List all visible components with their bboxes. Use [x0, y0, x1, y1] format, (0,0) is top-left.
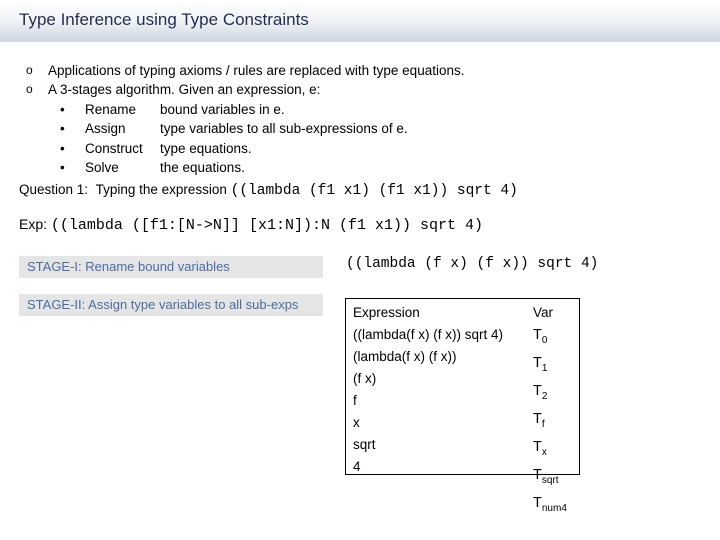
table-row-expression: (lambda(f x) (f x)): [353, 349, 457, 364]
step-desc: the equations.: [160, 160, 245, 176]
var-subscript: num4: [541, 503, 567, 514]
step-item: • Assign type variables to all sub-expre…: [26, 119, 464, 138]
var-base: T: [533, 383, 542, 399]
expression-header: Expression: [353, 305, 420, 320]
step-desc: bound variables in e.: [160, 101, 285, 117]
table-row-var: T0: [533, 324, 567, 352]
var-base: T: [533, 411, 542, 427]
var-subscript: x: [541, 447, 547, 458]
exp-code: ((lambda ([f1:[N->N]] [x1:N]):N (f1 x1))…: [50, 217, 483, 234]
var-subscript: 2: [541, 391, 548, 402]
renamed-expression: ((lambda (f x) (f x)) sqrt 4): [346, 256, 599, 272]
step-term: Solve: [85, 160, 119, 176]
table-row-expression: ((lambda(f x) (f x)) sqrt 4): [353, 327, 504, 342]
expanded-expression: Exp: ((lambda ([f1:[N->N]] [x1:N]):N (f1…: [19, 216, 483, 234]
table-row-expression: (f x): [353, 371, 377, 386]
bullet-dot-icon: •: [60, 160, 65, 176]
stage-2-box: STAGE-II: Assign type variables to all s…: [19, 294, 323, 316]
bullet-marker-icon: o: [26, 82, 33, 97]
step-desc: type equations.: [160, 140, 252, 156]
step-item: • Rename bound variables in e.: [26, 100, 464, 119]
question-text: Typing the expression: [95, 182, 227, 197]
table-row-var: Tnum4: [533, 492, 567, 520]
slide-title: Type Inference using Type Constraints: [19, 10, 309, 29]
bullet-text: Applications of typing axioms / rules ar…: [48, 63, 465, 78]
var-subscript: 1: [541, 363, 548, 374]
stage-1-label: STAGE-I: Rename bound variables: [27, 259, 230, 274]
table-row-var: T1: [533, 352, 567, 380]
var-header: Var: [533, 305, 554, 320]
table-row-var: T2: [533, 380, 567, 408]
bullet-dot-icon: •: [60, 121, 65, 137]
step-term: Construct: [85, 140, 143, 156]
table-row-expression: sqrt: [353, 437, 376, 452]
expression-column: Expression ((lambda(f x) (f x)) sqrt 4) …: [353, 302, 503, 478]
step-desc: type variables to all sub-expressions of…: [160, 121, 408, 137]
question-code: ((lambda (f1 x1) (f1 x1)) sqrt 4): [230, 183, 518, 199]
table-row-expression: x: [353, 415, 360, 430]
table-row-var: Tf: [533, 408, 567, 436]
question: Question 1: Typing the expression ((lamb…: [19, 182, 518, 199]
table-row-var: Tx: [533, 436, 567, 464]
var-subscript: 0: [541, 335, 548, 346]
type-variable-table: Expression ((lambda(f x) (f x)) sqrt 4) …: [345, 298, 580, 514]
title-bar: Type Inference using Type Constraints: [0, 0, 720, 42]
stage-1-box: STAGE-I: Rename bound variables: [19, 256, 323, 278]
bullet-marker-icon: o: [26, 63, 33, 77]
table-row-expression: 4: [353, 459, 361, 474]
bullet-item: o A 3-stages algorithm. Given an express…: [26, 80, 464, 99]
var-subscript: sqrt: [541, 475, 559, 486]
bullet-list: o Applications of typing axioms / rules …: [26, 61, 464, 177]
table-row-var: Tsqrt: [533, 464, 567, 492]
stage-2-label: STAGE-II: Assign type variables to all s…: [27, 297, 299, 312]
step-term: Rename: [85, 101, 137, 117]
var-base: T: [533, 495, 542, 511]
step-term: Assign: [85, 121, 126, 137]
var-column: Var T0 T1 T2 Tf Tx Tsqrt Tnum4: [533, 302, 567, 520]
bullet-dot-icon: •: [60, 101, 65, 117]
question-label: Question 1:: [19, 182, 89, 197]
bullet-dot-icon: •: [60, 140, 65, 156]
var-base: T: [533, 439, 542, 455]
bullet-text: A 3-stages algorithm. Given an expressio…: [48, 82, 321, 98]
exp-label: Exp:: [19, 216, 48, 232]
step-item: • Construct type equations.: [26, 139, 464, 158]
bullet-item: o Applications of typing axioms / rules …: [26, 61, 464, 80]
var-base: T: [533, 467, 542, 483]
table-row-expression: f: [353, 393, 357, 408]
var-base: T: [533, 327, 542, 343]
step-item: • Solve the equations.: [26, 158, 464, 177]
var-subscript: f: [541, 419, 545, 430]
var-base: T: [533, 355, 542, 371]
